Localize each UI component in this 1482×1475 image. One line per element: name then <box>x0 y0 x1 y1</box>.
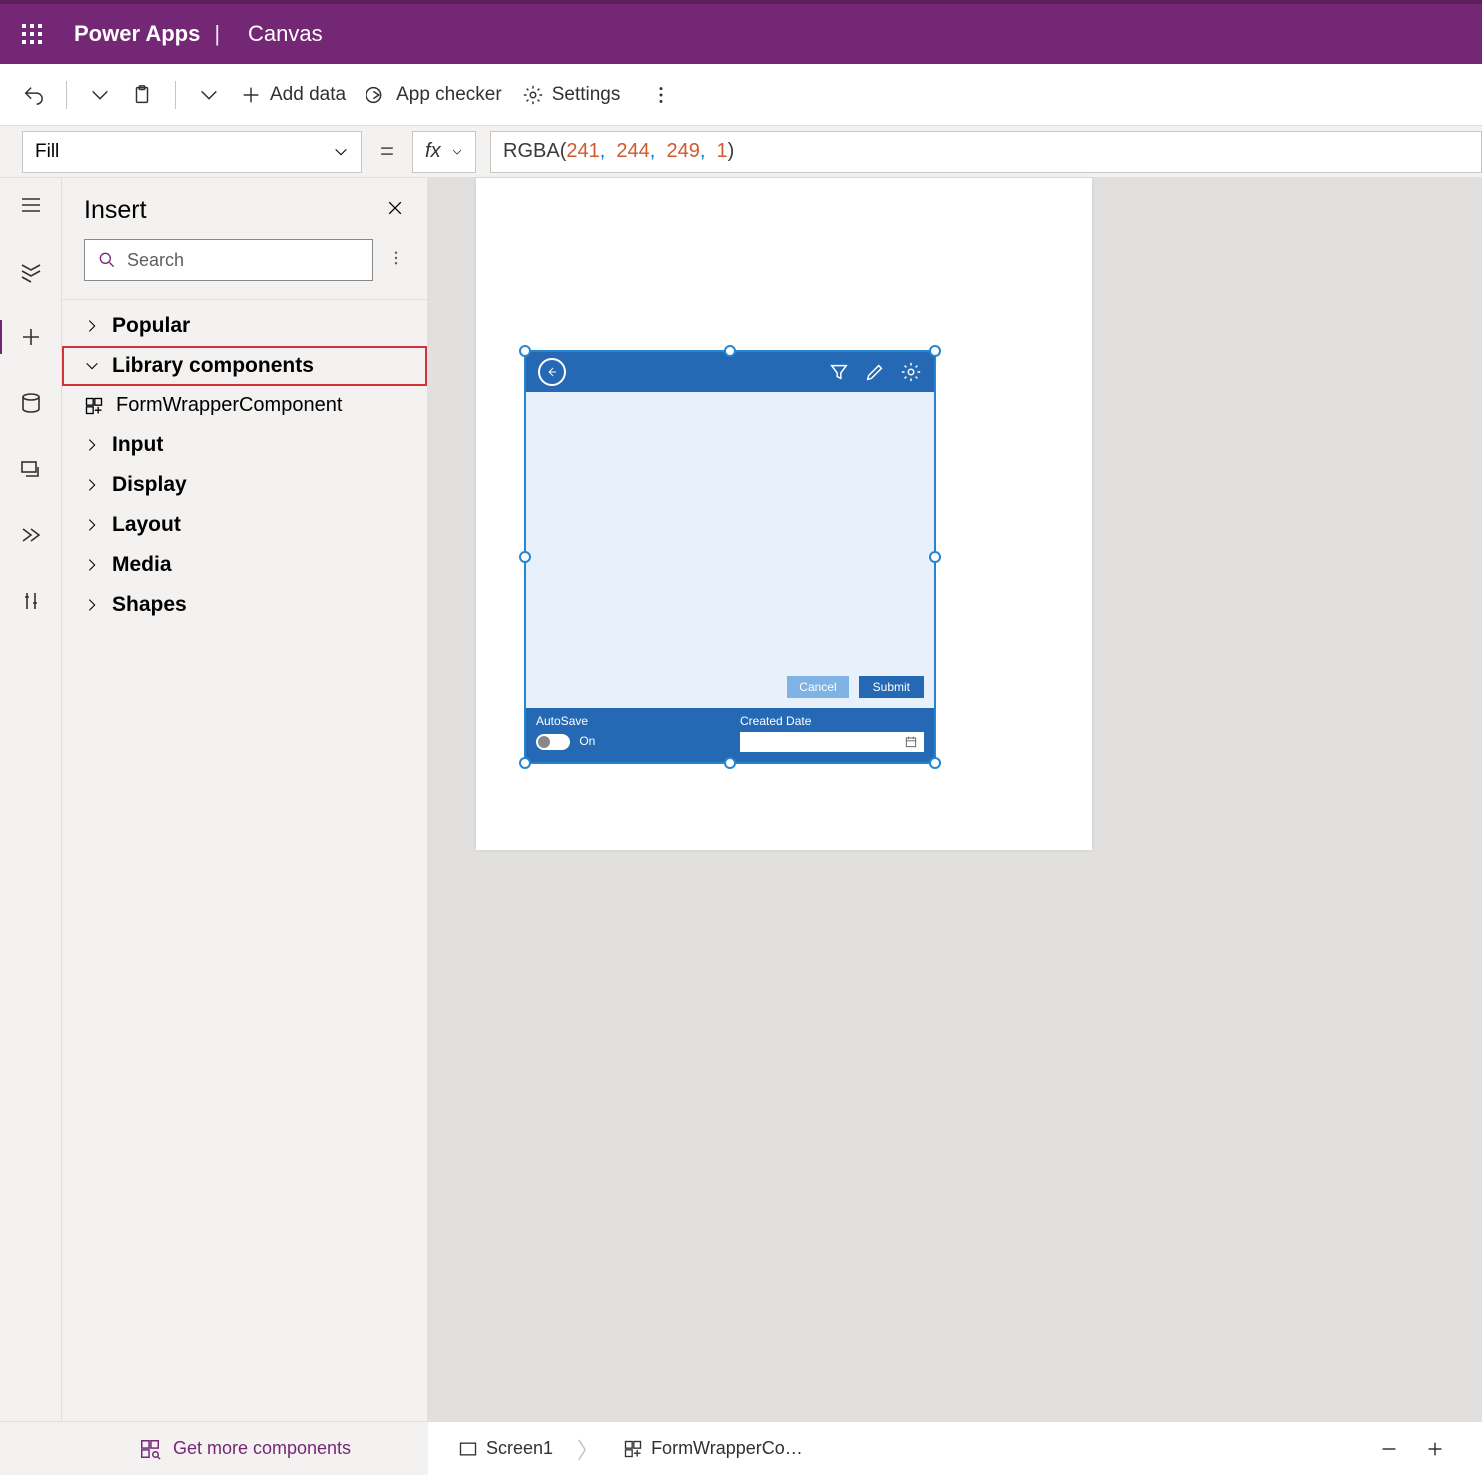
app-launcher-icon[interactable] <box>20 22 44 46</box>
header-divider: | <box>214 21 220 47</box>
category-media[interactable]: Media <box>62 545 427 585</box>
cancel-button[interactable]: Cancel <box>787 676 848 698</box>
canvas-area[interactable]: Cancel Submit AutoSave On Created Date <box>428 178 1482 1421</box>
fx-button[interactable]: fx <box>412 131 476 173</box>
resize-handle[interactable] <box>929 551 941 563</box>
more-commands-button[interactable] <box>640 78 682 112</box>
filter-icon[interactable] <box>828 361 850 383</box>
insert-panel: Insert Search Popular Library components <box>62 178 428 1421</box>
breadcrumb-screen[interactable]: Screen1 <box>446 1438 565 1459</box>
undo-button[interactable] <box>12 78 54 112</box>
property-selector[interactable]: Fill <box>22 131 362 173</box>
component-header <box>526 352 934 392</box>
resize-handle[interactable] <box>519 757 531 769</box>
resize-handle[interactable] <box>929 345 941 357</box>
hamburger-icon[interactable] <box>18 192 44 218</box>
app-name: Power Apps <box>74 21 200 47</box>
add-data-button[interactable]: Add data <box>230 78 356 112</box>
autosave-toggle[interactable] <box>536 734 570 750</box>
formula-input[interactable]: RGBA(241, 244, 249, 1) <box>490 131 1482 173</box>
resize-handle[interactable] <box>724 757 736 769</box>
status-bar: Get more components Screen1 〉 FormWrappe… <box>0 1421 1482 1475</box>
undo-dropdown[interactable] <box>79 78 121 112</box>
component-body: Cancel Submit <box>526 392 934 708</box>
autosave-label: AutoSave <box>536 714 720 728</box>
category-layout[interactable]: Layout <box>62 505 427 545</box>
close-panel-button[interactable] <box>385 198 405 223</box>
panel-title: Insert <box>84 196 147 225</box>
insert-icon[interactable] <box>18 324 44 350</box>
category-shapes[interactable]: Shapes <box>62 585 427 625</box>
settings-label: Settings <box>552 84 621 106</box>
resize-handle[interactable] <box>724 345 736 357</box>
media-icon[interactable] <box>18 456 44 482</box>
formula-fn: RGBA <box>503 140 560 163</box>
category-input[interactable]: Input <box>62 425 427 465</box>
app-checker-label: App checker <box>396 84 502 106</box>
tools-icon[interactable] <box>18 588 44 614</box>
get-more-components-button[interactable]: Get more components <box>62 1421 428 1475</box>
equals-sign: = <box>380 138 394 166</box>
left-rail <box>0 178 62 1421</box>
resize-handle[interactable] <box>519 345 531 357</box>
zoom-out-button[interactable] <box>1378 1438 1400 1460</box>
data-icon[interactable] <box>18 390 44 416</box>
advanced-tools-icon[interactable] <box>18 522 44 548</box>
formula-bar: Fill = fx RGBA(241, 244, 249, 1) <box>0 126 1482 178</box>
breadcrumb-separator: 〉 <box>577 1433 599 1465</box>
component-footer: AutoSave On Created Date <box>526 708 934 762</box>
tree-view-icon[interactable] <box>18 258 44 284</box>
app-context: Canvas <box>248 21 323 47</box>
add-data-label: Add data <box>270 84 346 106</box>
submit-button[interactable]: Submit <box>859 676 924 698</box>
zoom-in-button[interactable] <box>1424 1438 1446 1460</box>
search-placeholder: Search <box>127 250 184 271</box>
paste-dropdown[interactable] <box>188 78 230 112</box>
gear-icon[interactable] <box>900 361 922 383</box>
panel-more-button[interactable] <box>387 249 405 272</box>
paste-button[interactable] <box>121 78 163 112</box>
breadcrumb-component[interactable]: FormWrapperCo… <box>611 1438 815 1459</box>
resize-handle[interactable] <box>519 551 531 563</box>
fx-label: fx <box>425 140 441 163</box>
edit-icon[interactable] <box>864 361 886 383</box>
property-value: Fill <box>35 141 59 163</box>
app-checker-button[interactable]: App checker <box>356 78 512 112</box>
resize-handle[interactable] <box>929 757 941 769</box>
search-input[interactable]: Search <box>84 239 373 281</box>
category-display[interactable]: Display <box>62 465 427 505</box>
back-icon[interactable] <box>538 358 566 386</box>
item-formwrappercomponent[interactable]: FormWrapperComponent <box>62 386 427 425</box>
autosave-value: On <box>579 734 595 748</box>
command-bar: Add data App checker Settings <box>0 64 1482 126</box>
app-header: Power Apps | Canvas <box>0 0 1482 64</box>
date-input[interactable] <box>740 732 924 752</box>
created-date-label: Created Date <box>740 714 924 728</box>
category-popular[interactable]: Popular <box>62 306 427 346</box>
settings-button[interactable]: Settings <box>512 78 631 112</box>
selected-component[interactable]: Cancel Submit AutoSave On Created Date <box>524 350 936 764</box>
category-library-components[interactable]: Library components <box>62 346 427 386</box>
canvas-page[interactable]: Cancel Submit AutoSave On Created Date <box>476 178 1092 850</box>
